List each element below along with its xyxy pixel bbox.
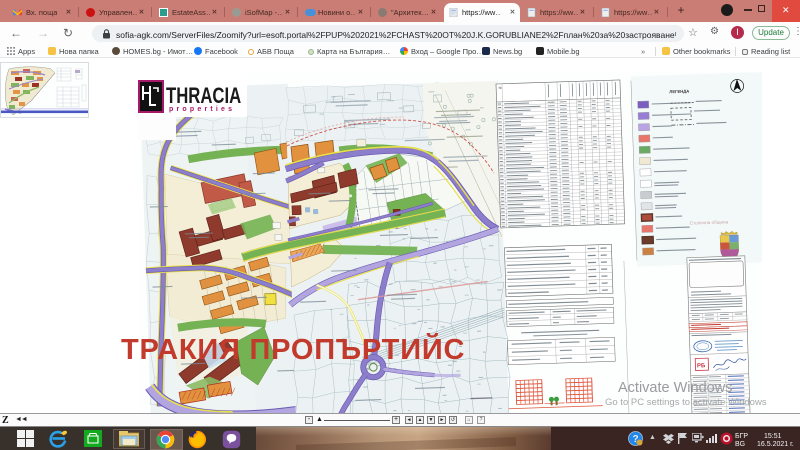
svg-text:ЛЕГЕНДА: ЛЕГЕНДА [669,89,689,95]
svg-text:РБ: РБ [697,363,706,369]
